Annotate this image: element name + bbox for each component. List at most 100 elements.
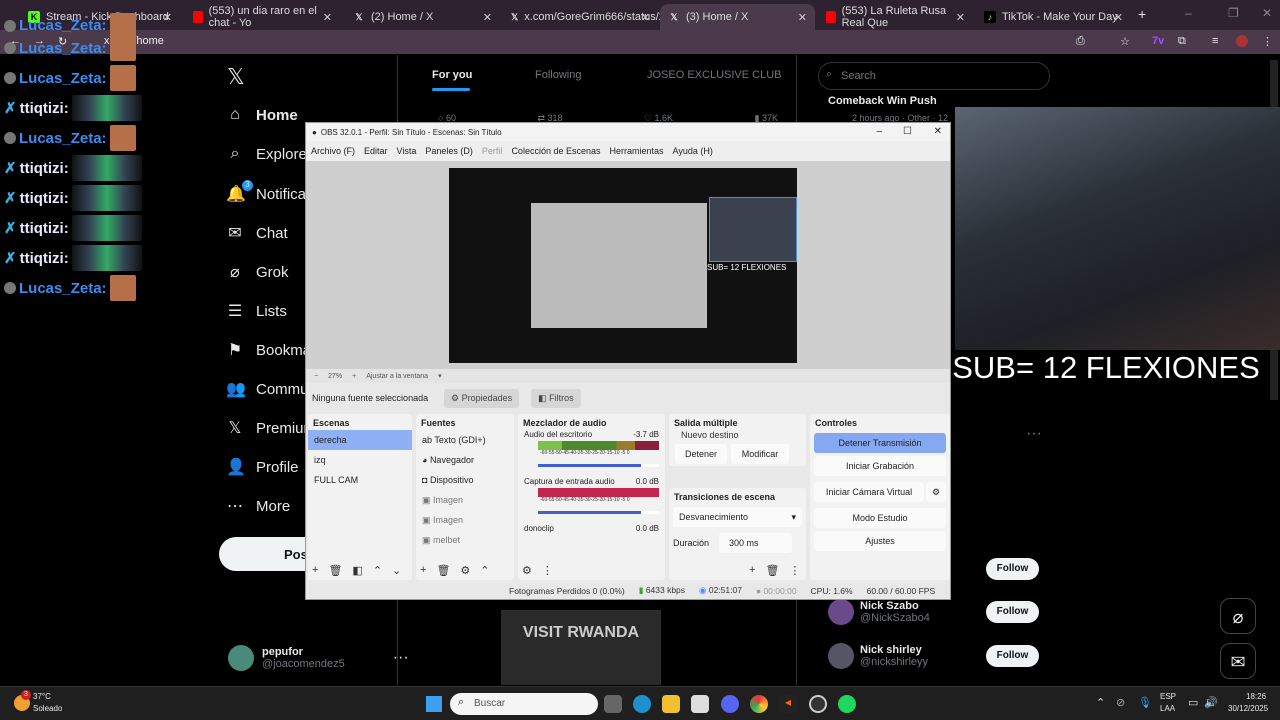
profile-avatar[interactable]	[1236, 35, 1248, 47]
zoom-out-button[interactable]: −	[314, 373, 318, 380]
menu-coleccion-escenas[interactable]: Colección de Escenas	[511, 146, 600, 156]
zoom-in-button[interactable]: +	[352, 373, 356, 380]
advanced-audio-icon[interactable]: ⚙	[522, 564, 532, 577]
source-item[interactable]: ▣ Imagen	[416, 490, 514, 510]
nav-profile[interactable]: 👤 Profile	[226, 457, 299, 477]
menu-perfil[interactable]: Perfil	[482, 146, 503, 156]
microphone-icon[interactable]: 🎙	[1138, 696, 1152, 709]
menu-editar[interactable]: Editar	[364, 146, 388, 156]
tab-for-you[interactable]: For you	[432, 69, 472, 81]
follow-button[interactable]: Follow	[986, 645, 1039, 667]
menu-archivo[interactable]: Archivo (F)	[311, 146, 355, 156]
trash-icon[interactable]: 🗑	[765, 564, 779, 577]
scene-item[interactable]: izq	[308, 450, 412, 470]
start-virtual-camera-button[interactable]: Iniciar Cámara Virtual	[814, 482, 924, 502]
nav-more[interactable]: ⋯ More	[226, 496, 290, 516]
file-explorer-icon[interactable]	[662, 695, 680, 713]
media-icon[interactable]: ≡	[1212, 35, 1218, 47]
chevron-up-icon[interactable]: ⌃	[1096, 696, 1105, 709]
install-icon[interactable]: ⎙	[1076, 35, 1085, 48]
start-recording-button[interactable]: Iniciar Grabación	[814, 456, 946, 476]
tweet-image[interactable]: VISIT RWANDA	[501, 610, 661, 685]
duration-input[interactable]: 300 ms	[719, 533, 792, 553]
chevron-up-icon[interactable]: ⌃	[373, 564, 382, 577]
filters-button[interactable]: ◧ Filtros	[531, 388, 581, 408]
obs-icon[interactable]	[809, 695, 827, 713]
tab-following[interactable]: Following	[535, 69, 581, 81]
obs-preview[interactable]: SUB= 12 FLEXIONES	[306, 161, 950, 369]
grok-icon[interactable]: ⌀	[1220, 598, 1256, 634]
store-icon[interactable]	[691, 695, 709, 713]
more-options-icon[interactable]: ⋮	[789, 564, 800, 577]
trash-icon[interactable]: 🗑	[436, 564, 450, 577]
studio-mode-button[interactable]: Modo Estudio	[814, 508, 946, 528]
minimize-button[interactable]: –	[876, 126, 882, 137]
close-tab-icon[interactable]: ✕	[956, 11, 965, 24]
chevron-up-icon[interactable]: ⌃	[480, 564, 489, 577]
modify-output-button[interactable]: Modificar	[731, 444, 789, 464]
add-icon[interactable]: +	[312, 564, 318, 577]
menu-icon[interactable]: ⋮	[1262, 35, 1273, 48]
source-item[interactable]: ◘ Dispositivo	[416, 470, 514, 490]
x-logo[interactable]: 𝕏	[227, 64, 245, 90]
filter-icon[interactable]: ◧	[352, 564, 362, 577]
add-icon[interactable]: +	[420, 564, 426, 577]
menu-herramientas[interactable]: Herramientas	[610, 146, 664, 156]
gear-icon[interactable]: ⚙	[460, 564, 470, 577]
close-window-button[interactable]: ✕	[1262, 6, 1272, 20]
nav-explore[interactable]: ⌕ Explore	[226, 145, 307, 163]
more-options-icon[interactable]: ⋮	[542, 564, 553, 577]
new-tab-button[interactable]: +	[1138, 6, 1146, 22]
close-button[interactable]: ✕	[934, 126, 942, 137]
tab-joseo-exclusive-club[interactable]: JOSEO EXCLUSIVE CLUB	[647, 69, 782, 81]
close-tab-icon[interactable]: ✕	[483, 11, 492, 24]
app-icon[interactable]: ◂	[779, 695, 797, 713]
transition-select[interactable]: Desvanecimiento ▾	[673, 507, 802, 527]
settings-button[interactable]: Ajustes	[814, 531, 946, 551]
trash-icon[interactable]: 🗑	[328, 564, 342, 577]
windows-start-icon[interactable]	[426, 696, 442, 712]
display-icon[interactable]: ▭	[1188, 696, 1198, 709]
maximize-button[interactable]: ☐	[903, 126, 912, 137]
stop-streaming-button[interactable]: Detener Transmisión	[814, 433, 946, 453]
close-tab-icon[interactable]: ✕	[1114, 11, 1123, 24]
chevron-down-icon[interactable]: ⌄	[392, 564, 401, 577]
close-tab-icon[interactable]: ✕	[798, 11, 807, 24]
source-item[interactable]: ▣ melbet	[416, 530, 514, 550]
selected-source-webcam[interactable]	[709, 197, 797, 262]
suggestion-nick-szabo[interactable]: Nick Szabo @NickSzabo4	[828, 599, 930, 625]
messages-icon[interactable]: ✉	[1220, 643, 1256, 679]
scene-item[interactable]: derecha	[308, 430, 412, 450]
spotify-icon[interactable]	[838, 695, 856, 713]
follow-button[interactable]: Follow	[986, 601, 1039, 623]
gear-icon[interactable]: ⚙	[926, 482, 946, 502]
bookmark-star-icon[interactable]: ☆	[1120, 35, 1130, 48]
nav-home[interactable]: ⌂ Home	[226, 106, 298, 124]
edge-icon[interactable]	[633, 695, 651, 713]
nav-lists[interactable]: ☰ Lists	[226, 301, 287, 321]
search-input[interactable]: Search	[818, 62, 1050, 90]
restore-button[interactable]: ❐	[1228, 6, 1239, 20]
nav-grok[interactable]: ⌀ Grok	[226, 262, 288, 282]
properties-button[interactable]: ⚙ Propiedades	[444, 388, 520, 408]
extension-7tv-icon[interactable]: 7v	[1152, 35, 1164, 47]
source-item[interactable]: ◕ Navegador	[416, 450, 514, 470]
chevron-down-icon[interactable]: ▾	[438, 372, 442, 380]
tab-youtube-2[interactable]: (553) La Ruleta Rusa Real Que ✕	[818, 4, 973, 30]
task-view-icon[interactable]	[604, 695, 622, 713]
nav-premium[interactable]: 𝕏 Premium	[226, 418, 316, 438]
scene-item[interactable]: FULL CAM	[308, 470, 412, 490]
account-switcher[interactable]: pepufor @joacomendez5 ···	[228, 645, 409, 671]
minimize-button[interactable]: –	[1185, 6, 1192, 20]
extensions-icon[interactable]: ⧉	[1178, 35, 1186, 48]
volume-icon[interactable]: 🔊	[1204, 696, 1218, 709]
tab-x-home-3[interactable]: 𝕏 (3) Home / X ✕	[660, 4, 815, 30]
menu-vista[interactable]: Vista	[397, 146, 417, 156]
tab-x-home-2[interactable]: 𝕏 (2) Home / X ✕	[345, 4, 500, 30]
trend-title[interactable]: Comeback Win Push	[828, 95, 937, 107]
menu-paneles[interactable]: Paneles (D)	[425, 146, 473, 156]
discord-icon[interactable]	[721, 695, 739, 713]
tab-youtube-1[interactable]: (553) un dia raro en el chat - Yo ✕	[185, 4, 340, 30]
tab-x-status[interactable]: 𝕏x.com/GoreGrim666/status/20 ✕	[503, 4, 671, 30]
taskbar-search[interactable]: Buscar	[450, 693, 598, 715]
